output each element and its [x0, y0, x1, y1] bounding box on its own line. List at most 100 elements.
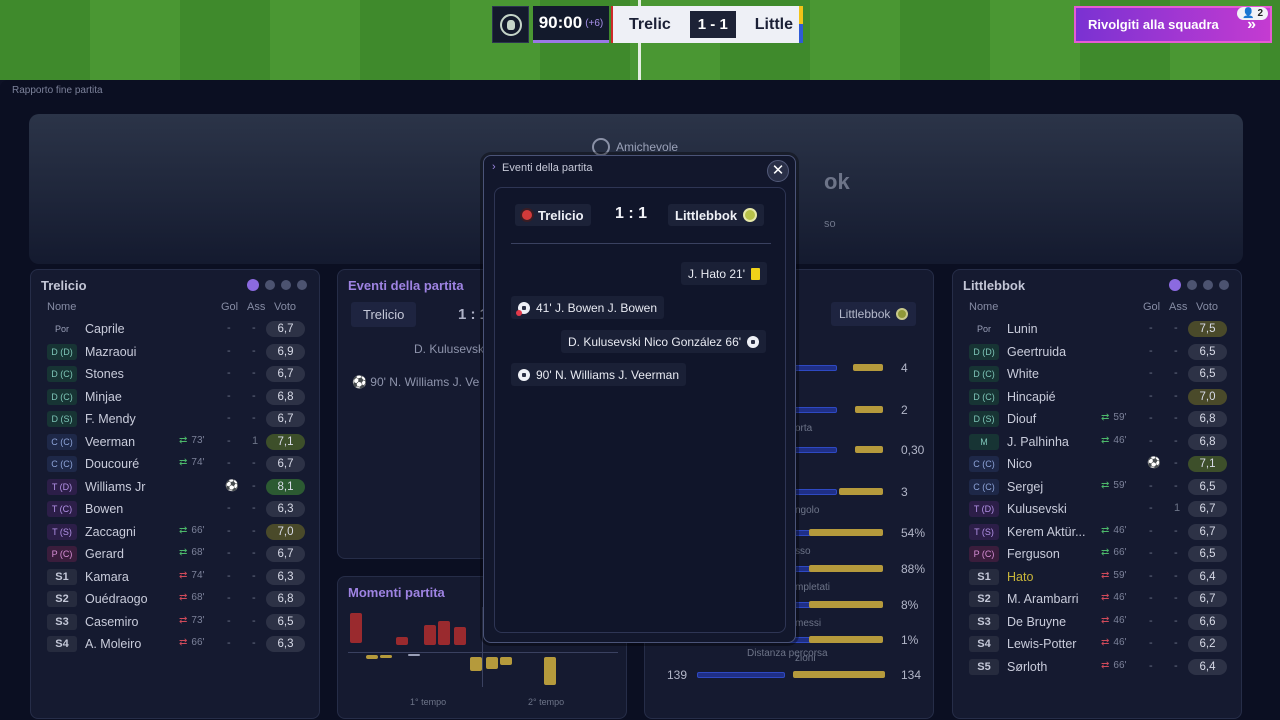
player-assists: -: [252, 637, 256, 649]
player-row[interactable]: D (C) White - -6,5: [969, 364, 1227, 384]
player-row[interactable]: S3 Casemiro ⇄ 73' - -6,5: [47, 612, 305, 632]
player-row[interactable]: S3 De Bruyne ⇄ 46' - -6,6: [969, 612, 1227, 632]
player-assists: -: [1174, 412, 1178, 424]
player-position: D (D): [969, 343, 999, 360]
player-row[interactable]: D (C) Hincapié - -7,0: [969, 387, 1227, 407]
player-assists: -: [252, 547, 256, 559]
scoreboard: 90:00 (+6) Trelic 1 - 1 Little: [492, 6, 803, 43]
player-name: Veerman: [85, 434, 136, 449]
player-row[interactable]: C (C) Nico ⚽ -7,1: [969, 454, 1227, 474]
player-goals: -: [1149, 389, 1153, 402]
player-row[interactable]: Por Lunin - -7,5: [969, 319, 1227, 339]
modal-away-team: Littlebbok: [668, 204, 765, 226]
event-goal-home[interactable]: 90' N. Williams J. Veerman: [511, 363, 686, 386]
player-row[interactable]: D (C) Stones - -6,7: [47, 364, 305, 384]
substitution-icon: ⇄ 66': [179, 637, 205, 648]
player-row[interactable]: T (S) Kerem Aktür... ⇄ 46' - -6,7: [969, 522, 1227, 542]
player-row[interactable]: Por Caprile - -6,7: [47, 319, 305, 339]
player-row[interactable]: S2 Ouédraogo ⇄ 68' - -6,8: [47, 589, 305, 609]
player-rating: 6,3: [266, 568, 305, 585]
event-own-goal[interactable]: 41' J. Bowen J. Bowen: [511, 296, 665, 319]
close-icon: ✕: [771, 162, 785, 179]
goal-ball-icon: ⚽: [1147, 457, 1161, 469]
player-rating: 6,7: [1188, 523, 1227, 540]
player-row[interactable]: P (C) Ferguson ⇄ 66' - -6,5: [969, 544, 1227, 564]
player-name: Doucouré: [85, 457, 140, 471]
player-rating: 7,0: [1188, 388, 1227, 405]
player-row[interactable]: S5 Sørloth ⇄ 66' - -6,4: [969, 657, 1227, 677]
stat-bar-away: [809, 565, 883, 572]
player-goals: -: [227, 434, 231, 447]
player-assists: -: [1174, 434, 1178, 447]
player-row[interactable]: S4 Lewis-Potter ⇄ 46' - -6,2: [969, 634, 1227, 654]
player-position: D (C): [969, 388, 999, 405]
player-name: Diouf: [1007, 412, 1037, 426]
events-panel-title: Eventi della partita: [348, 278, 464, 293]
player-position: S1: [47, 568, 77, 585]
goal-ball-icon: [747, 335, 760, 348]
player-position: D (D): [47, 343, 77, 360]
player-assists: -: [1174, 524, 1178, 537]
player-row[interactable]: S1 Hato ⇄ 59' - -6,4: [969, 567, 1227, 587]
events-row: D. Kulusevsk: [414, 342, 485, 356]
player-position: C (C): [969, 456, 999, 472]
player-goals: -: [227, 592, 231, 604]
event-goal-away[interactable]: D. Kulusevski Nico González 66': [561, 330, 767, 353]
player-row[interactable]: D (S) F. Mendy - -6,7: [47, 409, 305, 429]
player-goals: -: [1149, 659, 1153, 672]
home-lineup-title: Trelicio: [41, 278, 87, 293]
player-rating: 6,8: [1188, 411, 1227, 427]
player-assists: -: [1174, 637, 1178, 649]
player-name: Lunin: [1007, 322, 1038, 336]
lineup-pager[interactable]: [247, 279, 307, 291]
player-row[interactable]: D (D) Mazraoui - -6,9: [47, 342, 305, 362]
player-position: T (S): [969, 523, 999, 540]
player-assists: -: [252, 479, 256, 492]
player-row[interactable]: T (S) Zaccagni ⇄ 66' - -7,0: [47, 522, 305, 542]
player-row[interactable]: C (C) Doucouré ⇄ 74' - -6,7: [47, 454, 305, 474]
home-crest-icon: [522, 210, 532, 220]
player-row[interactable]: S1 Kamara ⇄ 74' - -6,3: [47, 567, 305, 587]
player-rating: 6,7: [266, 411, 305, 427]
stat-bar-away: [809, 601, 883, 608]
second-half-label: 2° tempo: [528, 697, 565, 707]
competition-icon: [592, 138, 610, 156]
team-talk-button[interactable]: Rivolgiti alla squadra » 👤 2: [1074, 6, 1272, 43]
stat-value-away: 8%: [901, 598, 919, 612]
player-rating: 6,5: [1188, 546, 1227, 562]
stat-bar-away: [809, 636, 883, 643]
player-row[interactable]: T (D) Williams Jr ⚽ -8,1: [47, 477, 305, 497]
player-row[interactable]: S4 A. Moleiro ⇄ 66' - -6,3: [47, 634, 305, 654]
player-assists: -: [252, 502, 256, 514]
clock-value: 90:00: [538, 13, 583, 32]
player-row[interactable]: T (C) Bowen - -6,3: [47, 499, 305, 519]
player-position: T (C): [47, 501, 77, 517]
event-yellow-card[interactable]: J. Hato 21': [681, 262, 767, 285]
player-row[interactable]: S2 M. Arambarri ⇄ 46' - -6,7: [969, 589, 1227, 609]
lineup-pager[interactable]: [1169, 279, 1229, 291]
substitution-icon: ⇄ 46': [1101, 524, 1127, 536]
substitution-icon: ⇄ 68': [179, 547, 205, 558]
substitution-icon: ⇄ 46': [1101, 614, 1127, 626]
events-home-team: Trelicio: [351, 302, 417, 327]
player-row[interactable]: D (S) Diouf ⇄ 59' - -6,8: [969, 409, 1227, 429]
close-button[interactable]: ✕: [767, 160, 789, 182]
own-goal-icon: [516, 301, 530, 316]
home-lineup-panel: Trelicio Nome Gol Ass Voto Por Caprile - -6…: [30, 269, 320, 719]
player-row[interactable]: P (C) Gerard ⇄ 68' - -6,7: [47, 544, 305, 564]
player-name: Ouédraogo: [85, 592, 148, 606]
substitution-icon: ⇄ 59': [1101, 479, 1127, 491]
player-position: D (S): [969, 411, 999, 427]
player-row[interactable]: C (C) Sergej ⇄ 59' - -6,5: [969, 477, 1227, 497]
player-row[interactable]: T (D) Kulusevski - 1 6,7: [969, 499, 1227, 519]
player-row[interactable]: C (C) Veerman ⇄ 73' - 1 7,1: [47, 432, 305, 452]
report-title: Rapporto fine partita: [12, 85, 103, 96]
player-assists: -: [1174, 479, 1178, 492]
player-goals: -: [227, 637, 231, 649]
player-row[interactable]: D (C) Minjae - -6,8: [47, 387, 305, 407]
player-row[interactable]: D (D) Geertruida - -6,5: [969, 342, 1227, 362]
momentum-bar: [470, 657, 482, 671]
player-assists: -: [1174, 322, 1178, 334]
momentum-bar: [350, 613, 362, 643]
player-row[interactable]: M J. Palhinha ⇄ 46' - -6,8: [969, 432, 1227, 452]
